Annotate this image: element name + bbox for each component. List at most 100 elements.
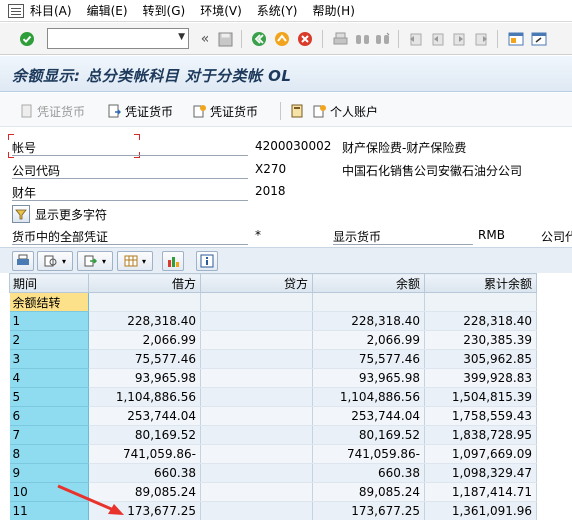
debit-cell[interactable]: 75,577.46 (88, 349, 201, 369)
period-cell[interactable]: 11 (9, 501, 89, 520)
cancel-icon[interactable] (296, 30, 314, 48)
doc-currency-button[interactable]: 凭证货币 (108, 101, 173, 121)
debit-cell[interactable]: 173,677.25 (88, 501, 201, 520)
cumulative-cell[interactable]: 1,361,091.96 (424, 501, 537, 520)
period-cell[interactable]: 8 (9, 444, 89, 464)
first-page-icon[interactable] (406, 30, 424, 48)
table-row[interactable]: 6 253,744.04 253,744.04 1,758,559.43 (9, 406, 537, 426)
personal-account-button[interactable]: 个人账户 (313, 101, 378, 121)
credit-cell[interactable] (200, 311, 313, 331)
debit-cell[interactable]: 80,169.52 (88, 425, 201, 445)
cumulative-cell[interactable]: 1,098,329.47 (424, 463, 537, 483)
column-header-debit[interactable]: 借方 (88, 273, 201, 293)
debit-cell[interactable]: 253,744.04 (88, 406, 201, 426)
table-row[interactable]: 10 89,085.24 89,085.24 1,187,414.71 (9, 482, 537, 502)
exit-icon[interactable] (273, 30, 291, 48)
table-row[interactable]: 1 228,318.40 228,318.40 228,318.40 (9, 311, 537, 331)
back-icon[interactable] (250, 30, 268, 48)
balance-cell[interactable]: 75,577.46 (312, 349, 425, 369)
debit-cell[interactable]: 93,965.98 (88, 368, 201, 388)
table-row-carry-forward[interactable]: 余额结转 (9, 292, 537, 312)
credit-cell[interactable] (200, 463, 313, 483)
menu-item-help[interactable]: 帮助(H) (312, 2, 354, 19)
table-row[interactable]: 4 93,965.98 93,965.98 399,928.83 (9, 368, 537, 388)
debit-cell[interactable]: 228,318.40 (88, 311, 201, 331)
print-preview-icon[interactable] (12, 251, 34, 271)
debit-cell[interactable]: 660.38 (88, 463, 201, 483)
print-icon[interactable] (331, 30, 349, 48)
command-field[interactable]: ▼ (47, 28, 189, 49)
chevron-down-icon[interactable]: ▼ (178, 32, 185, 42)
find-icon[interactable] (353, 30, 371, 48)
calculator-button[interactable] (290, 101, 307, 121)
show-more-chars-button[interactable]: 显示更多字符 (12, 204, 107, 224)
period-cell[interactable]: 6 (9, 406, 89, 426)
column-header-credit[interactable]: 贷方 (200, 273, 313, 293)
balance-cell[interactable]: 660.38 (312, 463, 425, 483)
layout-dropdown-icon[interactable]: ▾ (117, 251, 153, 271)
chart-icon[interactable] (162, 251, 184, 271)
table-cell[interactable] (312, 292, 425, 312)
shortcut-icon[interactable] (530, 30, 548, 48)
balance-cell[interactable]: 741,059.86- (312, 444, 425, 464)
table-cell[interactable] (424, 292, 537, 312)
table-row[interactable]: 11 173,677.25 173,677.25 1,361,091.96 (9, 501, 537, 520)
period-cell[interactable]: 7 (9, 425, 89, 445)
carry-forward-label[interactable]: 余额结转 (9, 292, 89, 312)
balance-cell[interactable]: 89,085.24 (312, 482, 425, 502)
cumulative-cell[interactable]: 1,758,559.43 (424, 406, 537, 426)
credit-cell[interactable] (200, 425, 313, 445)
balance-cell[interactable]: 173,677.25 (312, 501, 425, 520)
credit-cell[interactable] (200, 349, 313, 369)
credit-cell[interactable] (200, 330, 313, 350)
credit-cell[interactable] (200, 368, 313, 388)
table-row[interactable]: 3 75,577.46 75,577.46 305,962.85 (9, 349, 537, 369)
balance-cell[interactable]: 2,066.99 (312, 330, 425, 350)
period-cell[interactable]: 9 (9, 463, 89, 483)
menu-item-system[interactable]: 系统(Y) (257, 2, 298, 19)
debit-cell[interactable]: 2,066.99 (88, 330, 201, 350)
doc-currency-button-2[interactable]: 凭证货币 (193, 101, 258, 121)
column-header-balance[interactable]: 余额 (312, 273, 425, 293)
table-cell[interactable] (200, 292, 313, 312)
period-cell[interactable]: 1 (9, 311, 89, 331)
create-session-icon[interactable] (507, 30, 525, 48)
find-next-icon[interactable] (373, 30, 391, 48)
period-cell[interactable]: 2 (9, 330, 89, 350)
debit-cell[interactable]: 1,104,886.56 (88, 387, 201, 407)
cumulative-cell[interactable]: 230,385.39 (424, 330, 537, 350)
credit-cell[interactable] (200, 387, 313, 407)
menu-item-edit[interactable]: 编辑(E) (87, 2, 128, 19)
credit-cell[interactable] (200, 482, 313, 502)
cumulative-cell[interactable]: 1,838,728.95 (424, 425, 537, 445)
table-row[interactable]: 2 2,066.99 2,066.99 230,385.39 (9, 330, 537, 350)
doc-currency-button-disabled[interactable]: 凭证货币 (20, 101, 85, 121)
table-row[interactable]: 7 80,169.52 80,169.52 1,838,728.95 (9, 425, 537, 445)
table-cell[interactable] (88, 292, 201, 312)
menu-item-account[interactable]: 科目(A) (30, 2, 72, 19)
period-cell[interactable]: 3 (9, 349, 89, 369)
prev-page-icon[interactable] (428, 30, 446, 48)
cumulative-cell[interactable]: 228,318.40 (424, 311, 537, 331)
cumulative-cell[interactable]: 1,504,815.39 (424, 387, 537, 407)
collapse-command-icon[interactable]: « (196, 30, 214, 48)
period-cell[interactable]: 5 (9, 387, 89, 407)
debit-cell[interactable]: 741,059.86- (88, 444, 201, 464)
export-dropdown-icon[interactable]: ▾ (77, 251, 113, 271)
save-icon[interactable] (216, 30, 234, 48)
table-row[interactable]: 9 660.38 660.38 1,098,329.47 (9, 463, 537, 483)
enter-icon[interactable] (18, 30, 36, 48)
balance-cell[interactable]: 1,104,886.56 (312, 387, 425, 407)
column-header-period[interactable]: 期间 (9, 273, 89, 293)
table-row[interactable]: 5 1,104,886.56 1,104,886.56 1,504,815.39 (9, 387, 537, 407)
view-dropdown-icon[interactable]: ▾ (37, 251, 73, 271)
period-cell[interactable]: 10 (9, 482, 89, 502)
balance-cell[interactable]: 228,318.40 (312, 311, 425, 331)
balance-cell[interactable]: 93,965.98 (312, 368, 425, 388)
balance-cell[interactable]: 253,744.04 (312, 406, 425, 426)
period-cell[interactable]: 4 (9, 368, 89, 388)
cumulative-cell[interactable]: 1,097,669.09 (424, 444, 537, 464)
table-row[interactable]: 8 741,059.86- 741,059.86- 1,097,669.09 (9, 444, 537, 464)
credit-cell[interactable] (200, 444, 313, 464)
cumulative-cell[interactable]: 1,187,414.71 (424, 482, 537, 502)
